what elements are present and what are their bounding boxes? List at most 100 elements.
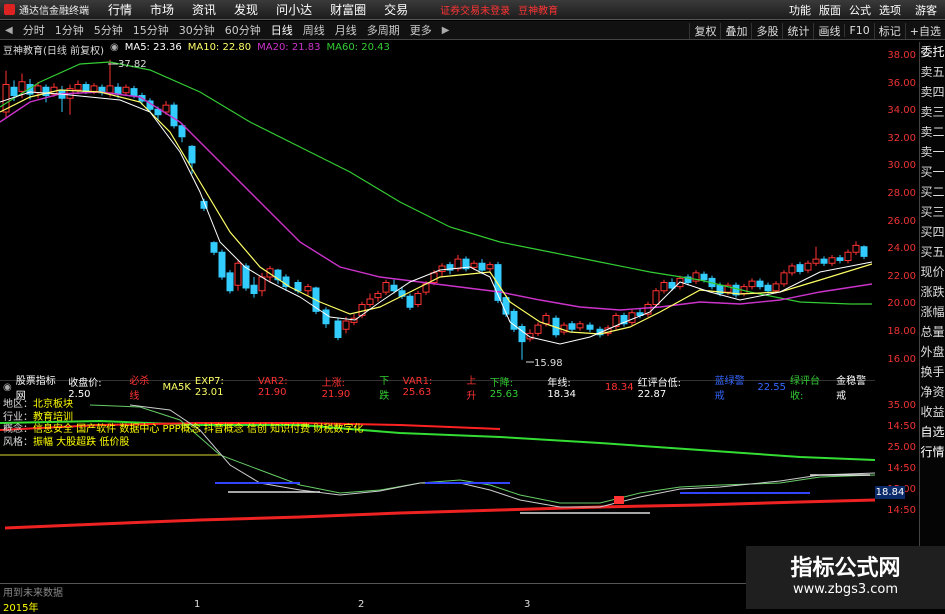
tool-multi-stock[interactable]: 多股 bbox=[751, 22, 782, 39]
sidebar-item[interactable]: 涨幅 bbox=[920, 302, 945, 322]
period-more[interactable]: 更多 bbox=[405, 22, 437, 38]
candle-body bbox=[586, 324, 594, 330]
sidebar-item[interactable]: 现价 bbox=[920, 262, 945, 282]
candle-body bbox=[844, 251, 852, 261]
sidebar-item[interactable]: 委托 bbox=[920, 42, 945, 62]
period-60min[interactable]: 60分钟 bbox=[220, 22, 266, 38]
period-weekly[interactable]: 周线 bbox=[298, 22, 330, 38]
candle-body bbox=[812, 258, 820, 264]
back-arrow-icon[interactable]: ◀ bbox=[0, 25, 18, 36]
red-base-line bbox=[4, 498, 875, 530]
candle-body bbox=[820, 258, 828, 264]
period-30min[interactable]: 30分钟 bbox=[174, 22, 220, 38]
tool-draw[interactable]: 画线 bbox=[813, 22, 844, 39]
tool-overlay[interactable]: 叠加 bbox=[720, 22, 751, 39]
period-monthly[interactable]: 月线 bbox=[330, 22, 362, 38]
period-multi[interactable]: 多周期 bbox=[362, 22, 405, 38]
menu-function[interactable]: 功能 bbox=[789, 2, 811, 18]
tool-f10[interactable]: F10 bbox=[844, 24, 873, 37]
login-warning[interactable]: 证券交易未登录 bbox=[440, 2, 510, 17]
candle-body bbox=[342, 320, 350, 330]
menu-item-market[interactable]: 行情 bbox=[108, 1, 132, 18]
sidebar-item[interactable]: 外盘 bbox=[920, 342, 945, 362]
period-15min[interactable]: 15分钟 bbox=[128, 22, 174, 38]
candle-body bbox=[178, 125, 186, 138]
logo-icon bbox=[4, 4, 15, 15]
sidebar-item[interactable]: 收益 bbox=[920, 402, 945, 422]
candle-body bbox=[114, 86, 122, 95]
candle-body bbox=[10, 86, 18, 96]
period-tick[interactable]: 分时 bbox=[18, 22, 50, 38]
app-logo-text: 通达信金融终端 bbox=[19, 6, 89, 17]
future-data-note: 用到未来数据 bbox=[3, 588, 63, 599]
sidebar-item[interactable]: 自选 bbox=[920, 422, 945, 442]
tool-restore-rights[interactable]: 复权 bbox=[689, 22, 720, 39]
indicator-tick: 14:50 bbox=[887, 421, 916, 432]
sidebar-item[interactable]: 买五 bbox=[920, 242, 945, 262]
candle-body bbox=[226, 272, 234, 292]
right-menu: 功能 版面 公式 选项 游客 bbox=[781, 0, 945, 20]
menu-item-news[interactable]: 资讯 bbox=[192, 1, 216, 18]
industry-label: 行业： bbox=[3, 411, 33, 423]
sidebar-item[interactable]: 买一 bbox=[920, 162, 945, 182]
menu-item-wealth[interactable]: 财富圈 bbox=[330, 1, 366, 18]
candle-body bbox=[130, 88, 138, 96]
candle-body bbox=[34, 85, 42, 94]
sidebar-item[interactable]: 行情 bbox=[920, 442, 945, 462]
sidebar-item[interactable]: 涨跌 bbox=[920, 282, 945, 302]
menu-item-ask[interactable]: 问小达 bbox=[276, 1, 312, 18]
menu-formula[interactable]: 公式 bbox=[849, 2, 871, 18]
menu-layout[interactable]: 版面 bbox=[819, 2, 841, 18]
sidebar-item[interactable]: 换手 bbox=[920, 362, 945, 382]
chevron-right-icon[interactable]: ▶ bbox=[437, 25, 455, 36]
period-5min[interactable]: 5分钟 bbox=[89, 22, 128, 38]
sidebar-item[interactable]: 卖五 bbox=[920, 62, 945, 82]
period-daily[interactable]: 日线 bbox=[266, 22, 298, 38]
indicator-settings-icon[interactable]: ◉ bbox=[3, 382, 12, 393]
candlestick-chart[interactable]: 37.82 15.98 bbox=[0, 52, 872, 378]
sidebar-item[interactable]: 卖一 bbox=[920, 142, 945, 162]
candle-body bbox=[804, 262, 812, 271]
sidebar-item[interactable]: 买三 bbox=[920, 202, 945, 222]
app-logo: 通达信金融终端 bbox=[0, 2, 108, 17]
sidebar-item[interactable]: 买二 bbox=[920, 182, 945, 202]
indicator-item: MA5K bbox=[162, 381, 191, 393]
menu-item-trade[interactable]: 交易 bbox=[384, 1, 408, 18]
top-menu-bar: 通达信金融终端 行情 市场 资讯 发现 问小达 财富圈 交易 证券交易未登录 豆… bbox=[0, 0, 945, 20]
price-tick: 18.00 bbox=[887, 326, 916, 337]
tool-stats[interactable]: 统计 bbox=[782, 22, 813, 39]
stock-brand: 豆神教育 bbox=[518, 6, 559, 17]
sidebar-item[interactable]: 买四 bbox=[920, 222, 945, 242]
sidebar-item[interactable]: 净资 bbox=[920, 382, 945, 402]
sidebar-item[interactable]: 卖三 bbox=[920, 102, 945, 122]
candle-body bbox=[382, 282, 390, 293]
guest-user[interactable]: 游客 bbox=[915, 2, 937, 18]
candle-body bbox=[414, 293, 422, 305]
candle-body bbox=[478, 262, 486, 271]
sidebar-item[interactable]: 卖二 bbox=[920, 122, 945, 142]
industry-value: 教育培训 bbox=[33, 411, 73, 423]
menu-item-markets[interactable]: 市场 bbox=[150, 1, 174, 18]
style-value: 振幅 大股超跌 低价股 bbox=[33, 436, 130, 448]
price-tick: 28.00 bbox=[887, 188, 916, 199]
candle-body bbox=[828, 257, 836, 264]
menu-item-discover[interactable]: 发现 bbox=[234, 1, 258, 18]
price-tick: 26.00 bbox=[887, 215, 916, 227]
tool-add-favorite[interactable]: +自选 bbox=[904, 22, 945, 39]
candle-body bbox=[90, 85, 98, 92]
candle-body bbox=[74, 84, 82, 91]
candle-body bbox=[534, 324, 542, 334]
candle-body bbox=[526, 332, 534, 340]
menu-options[interactable]: 选项 bbox=[879, 2, 901, 18]
stock-info-panel: 地区：北京板块 行业：教育培训 概念：信息安全 国产软件 数据中心 PPP概念 … bbox=[3, 399, 363, 449]
price-tick: 20.00 bbox=[887, 298, 916, 310]
ma10-line bbox=[0, 89, 872, 335]
tool-mark[interactable]: 标记 bbox=[873, 22, 905, 39]
sidebar-item[interactable]: 卖四 bbox=[920, 82, 945, 102]
period-1min[interactable]: 1分钟 bbox=[50, 22, 89, 38]
candle-body bbox=[486, 264, 494, 270]
candle-body bbox=[788, 265, 796, 274]
indicator-item: 22.55 bbox=[757, 381, 787, 393]
price-axis: 38.00 36.00 34.00 32.00 30.00 28.00 26.00 24.00… bbox=[872, 50, 916, 380]
sidebar-item[interactable]: 总量 bbox=[920, 322, 945, 342]
